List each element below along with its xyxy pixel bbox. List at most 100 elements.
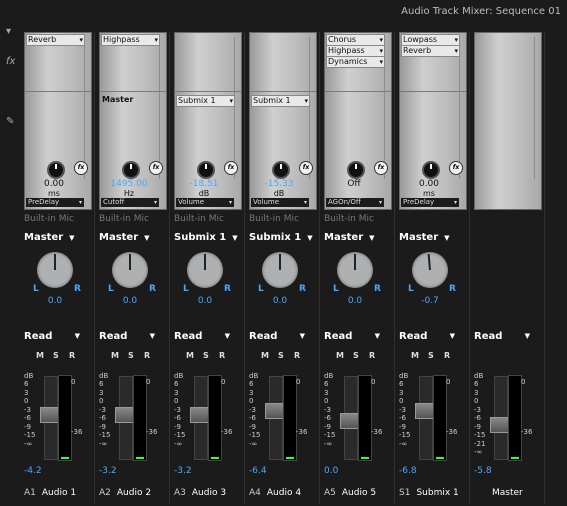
volume-value[interactable]: -6.4: [249, 466, 267, 476]
volume-value[interactable]: -5.8: [474, 466, 492, 476]
volume-value[interactable]: -3.2: [174, 466, 192, 476]
output-select[interactable]: Master ▼: [324, 232, 375, 243]
pan-knob[interactable]: [412, 252, 448, 288]
send-slot[interactable]: Submix 1 ▾: [251, 95, 310, 107]
solo-button[interactable]: S: [203, 351, 209, 360]
fx-icon[interactable]: fx: [6, 56, 15, 67]
fx-bypass-icon[interactable]: fx: [74, 161, 88, 175]
fx-bypass-icon[interactable]: fx: [374, 161, 388, 175]
mute-button[interactable]: M: [36, 351, 44, 360]
track-label[interactable]: Audio 4: [267, 488, 301, 498]
effect-value[interactable]: 1495.00: [100, 179, 158, 189]
effect-knob[interactable]: [347, 161, 365, 179]
effect-knob[interactable]: [122, 161, 140, 179]
mute-button[interactable]: M: [261, 351, 269, 360]
automation-mode-select[interactable]: Read ▼: [24, 331, 84, 342]
solo-button[interactable]: S: [53, 351, 59, 360]
pan-value[interactable]: 0.0: [324, 296, 386, 306]
output-select[interactable]: Submix 1 ▼: [249, 232, 313, 243]
rack-scroll-track[interactable]: [309, 37, 310, 179]
automation-mode-select[interactable]: Read ▼: [324, 331, 384, 342]
fx-bypass-icon[interactable]: fx: [299, 161, 313, 175]
output-select[interactable]: Master ▼: [399, 232, 450, 243]
pan-value[interactable]: 0.0: [99, 296, 161, 306]
effects-rack[interactable]: Chorus ▾ Highpass ▾ Dynamics ▾ fx Off AGOn/Off ▾: [324, 32, 392, 210]
record-button[interactable]: R: [219, 351, 225, 360]
pan-knob[interactable]: [262, 252, 298, 288]
effect-knob[interactable]: [422, 161, 440, 179]
pan-value[interactable]: 0.0: [249, 296, 311, 306]
effect-param-select[interactable]: PreDelay ▾: [401, 198, 459, 207]
effect-value[interactable]: 0.00: [400, 179, 458, 189]
effect-param-select[interactable]: Cutoff ▾: [101, 198, 159, 207]
effect-value[interactable]: 0.00: [25, 179, 83, 189]
pan-value[interactable]: 0.0: [24, 296, 86, 306]
effect-value[interactable]: -18.51: [175, 179, 233, 189]
effects-rack[interactable]: Highpass ▾ Master fx 1495.00 Hz Cutoff ▾: [99, 32, 167, 210]
fx-bypass-icon[interactable]: fx: [149, 161, 163, 175]
input-select[interactable]: Built-in Mic: [174, 214, 224, 224]
mute-button[interactable]: M: [336, 351, 344, 360]
mute-button[interactable]: M: [111, 351, 119, 360]
solo-button[interactable]: S: [128, 351, 134, 360]
volume-value[interactable]: -3.2: [99, 466, 117, 476]
solo-button[interactable]: S: [353, 351, 359, 360]
effect-slot[interactable]: Reverb ▾: [26, 34, 85, 46]
effects-rack[interactable]: Lowpass ▾ Reverb ▾ fx 0.00 ms PreDelay ▾: [399, 32, 467, 210]
pan-value[interactable]: -0.7: [399, 296, 461, 306]
track-label[interactable]: Submix 1: [416, 488, 458, 498]
solo-button[interactable]: S: [428, 351, 434, 360]
volume-value[interactable]: -4.2: [24, 466, 42, 476]
track-label[interactable]: Audio 2: [117, 488, 151, 498]
effect-slot[interactable]: Reverb ▾: [401, 45, 460, 57]
volume-value[interactable]: -6.8: [399, 466, 417, 476]
effects-rack[interactable]: [474, 32, 542, 210]
rack-scroll-track[interactable]: [234, 37, 235, 179]
effect-knob[interactable]: [197, 161, 215, 179]
input-select[interactable]: Built-in Mic: [99, 214, 149, 224]
effect-param-select[interactable]: AGOn/Off ▾: [326, 198, 384, 207]
track-label[interactable]: Master: [492, 488, 523, 498]
fx-bypass-icon[interactable]: fx: [224, 161, 238, 175]
mute-button[interactable]: M: [186, 351, 194, 360]
pan-knob[interactable]: [337, 252, 373, 288]
record-button[interactable]: R: [294, 351, 300, 360]
effect-param-select[interactable]: Volume ▾: [176, 198, 234, 207]
automation-mode-select[interactable]: Read ▼: [399, 331, 459, 342]
effect-knob[interactable]: [47, 161, 65, 179]
input-select[interactable]: Built-in Mic: [324, 214, 374, 224]
track-label[interactable]: Audio 5: [342, 488, 376, 498]
track-label[interactable]: Audio 3: [192, 488, 226, 498]
pan-value[interactable]: 0.0: [174, 296, 236, 306]
record-button[interactable]: R: [444, 351, 450, 360]
effect-value[interactable]: Off: [325, 179, 383, 189]
pan-knob[interactable]: [37, 252, 73, 288]
output-select[interactable]: Master ▼: [24, 232, 75, 243]
effect-value[interactable]: -15.33: [250, 179, 308, 189]
effect-slot[interactable]: Highpass ▾: [101, 34, 160, 46]
output-select[interactable]: Submix 1 ▼: [174, 232, 238, 243]
input-select[interactable]: Built-in Mic: [24, 214, 74, 224]
effects-rack[interactable]: Submix 1 ▾ fx -15.33 dB Volume ▾: [249, 32, 317, 210]
rack-scroll-track[interactable]: [84, 37, 85, 179]
effect-param-select[interactable]: PreDelay ▾: [26, 198, 84, 207]
record-button[interactable]: R: [369, 351, 375, 360]
input-select[interactable]: Built-in Mic: [249, 214, 299, 224]
rack-scroll-track[interactable]: [534, 37, 535, 179]
rack-scroll-track[interactable]: [459, 37, 460, 179]
rack-scroll-track[interactable]: [159, 37, 160, 179]
pan-knob[interactable]: [187, 252, 223, 288]
solo-button[interactable]: S: [278, 351, 284, 360]
effect-param-select[interactable]: Volume ▾: [251, 198, 309, 207]
triangle-down-icon[interactable]: ▾: [6, 26, 11, 37]
effects-rack[interactable]: Submix 1 ▾ fx -18.51 dB Volume ▾: [174, 32, 242, 210]
effects-rack[interactable]: Reverb ▾ fx 0.00 ms PreDelay ▾: [24, 32, 92, 210]
automation-mode-select[interactable]: Read ▼: [174, 331, 234, 342]
automation-mode-select[interactable]: Read ▼: [249, 331, 309, 342]
record-button[interactable]: R: [69, 351, 75, 360]
automation-mode-select[interactable]: Read ▼: [474, 331, 534, 342]
send-slot[interactable]: Master: [101, 95, 158, 105]
pan-knob[interactable]: [112, 252, 148, 288]
effect-slot[interactable]: Dynamics ▾: [326, 56, 385, 68]
record-button[interactable]: R: [144, 351, 150, 360]
